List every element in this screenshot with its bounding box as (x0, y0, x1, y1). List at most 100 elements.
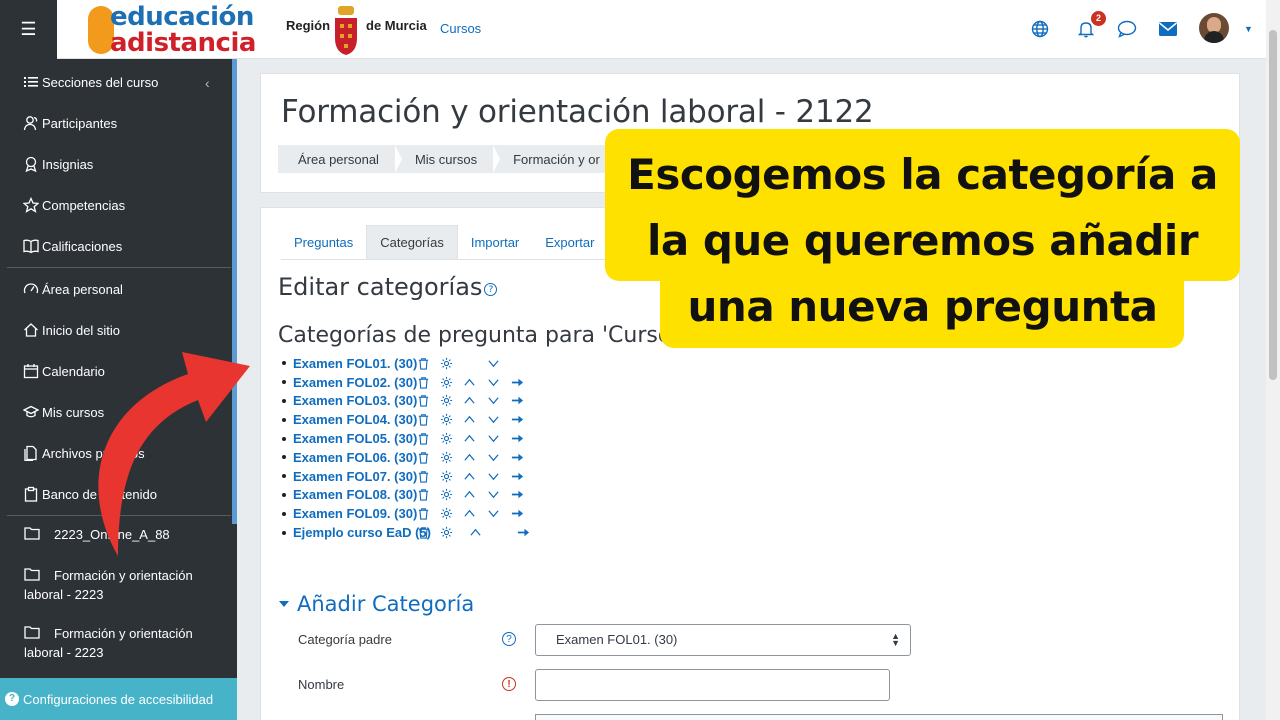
move-up-icon[interactable] (462, 507, 476, 521)
move-up-icon[interactable] (462, 413, 476, 427)
globe-icon[interactable] (1029, 18, 1051, 40)
dashboard-icon (22, 281, 40, 297)
move-right-icon[interactable] (510, 469, 524, 483)
gear-icon[interactable] (439, 507, 453, 521)
category-name-input[interactable] (535, 669, 890, 701)
move-right-icon[interactable] (510, 507, 524, 521)
tab-categorias[interactable]: Categorías (366, 225, 458, 259)
move-up-icon[interactable] (462, 432, 476, 446)
gear-icon[interactable] (439, 356, 453, 370)
category-link[interactable]: Examen FOL06. (30) (293, 450, 417, 465)
move-up-icon[interactable] (468, 526, 482, 540)
trash-icon[interactable] (416, 450, 430, 464)
category-link[interactable]: Examen FOL05. (30) (293, 431, 417, 446)
bullet (282, 398, 286, 403)
category-row: Examen FOL08. (30) (282, 486, 530, 505)
category-link[interactable]: Examen FOL01. (30) (293, 356, 417, 371)
move-right-icon[interactable] (510, 488, 524, 502)
category-link[interactable]: Examen FOL04. (30) (293, 412, 417, 427)
envelope-icon[interactable] (1157, 18, 1179, 40)
sidebar-course-item[interactable]: Formación y orientación laboral - 2223 (24, 566, 224, 604)
sidebar-item-participantes[interactable]: Participantes (22, 115, 117, 131)
trash-icon[interactable] (416, 432, 430, 446)
move-down-icon[interactable] (486, 469, 500, 483)
tab-preguntas[interactable]: Preguntas (281, 225, 366, 259)
move-up-icon[interactable] (462, 394, 476, 408)
bullet (282, 474, 286, 479)
move-down-icon[interactable] (486, 394, 500, 408)
category-link[interactable]: Examen FOL08. (30) (293, 487, 417, 502)
chat-icon[interactable] (1116, 18, 1138, 40)
gear-icon[interactable] (439, 488, 453, 502)
hamburger-icon[interactable]: ☰ (0, 0, 57, 59)
sidebar-item-insignias[interactable]: Insignias (22, 156, 93, 172)
gear-icon[interactable] (439, 450, 453, 464)
move-down-icon[interactable] (486, 432, 500, 446)
move-down-icon[interactable] (486, 488, 500, 502)
breadcrumb-item[interactable]: Formación y or (493, 145, 616, 173)
gear-icon[interactable] (439, 394, 453, 408)
editor-toolbar[interactable] (535, 714, 1223, 720)
sidebar-item-label: Participantes (42, 115, 118, 131)
scrollbar-thumb[interactable] (1269, 30, 1277, 380)
tab-exportar[interactable]: Exportar (532, 225, 607, 259)
move-down-icon[interactable] (486, 413, 500, 427)
parent-category-value: Examen FOL01. (30) (556, 632, 678, 647)
folder-icon (24, 626, 40, 639)
accessibility-settings-button[interactable]: ? Configuraciones de accesibilidad (0, 678, 237, 720)
select-arrows-icon: ▲ ▼ (891, 631, 900, 648)
gear-icon[interactable] (439, 413, 453, 427)
move-up-icon[interactable] (462, 375, 476, 389)
trash-icon[interactable] (416, 356, 430, 370)
trash-icon[interactable] (416, 488, 430, 502)
gear-icon[interactable] (439, 526, 453, 540)
trash-icon[interactable] (416, 469, 430, 483)
gear-icon[interactable] (439, 432, 453, 446)
trash-icon[interactable] (416, 507, 430, 521)
category-link[interactable]: Examen FOL07. (30) (293, 469, 417, 484)
sidebar-course-item[interactable]: Formación y orientación laboral - 2223 (24, 624, 224, 662)
trash-icon[interactable] (416, 394, 430, 408)
trash-icon[interactable] (416, 375, 430, 389)
move-up-icon[interactable] (462, 450, 476, 464)
move-right-icon[interactable] (510, 413, 524, 427)
page-scrollbar[interactable] (1266, 0, 1280, 720)
site-logo[interactable]: educación adistancia (88, 2, 282, 58)
category-link[interactable]: Ejemplo curso EaD (5) (293, 525, 431, 540)
move-down-icon[interactable] (486, 450, 500, 464)
required-icon: ! (502, 677, 516, 691)
gear-icon[interactable] (439, 375, 453, 389)
move-down-icon[interactable] (486, 356, 500, 370)
trash-icon[interactable] (416, 526, 430, 540)
breadcrumb-item[interactable]: Área personal (278, 145, 402, 173)
move-down-icon[interactable] (486, 507, 500, 521)
move-up-icon[interactable] (462, 469, 476, 483)
move-right-icon[interactable] (510, 450, 524, 464)
add-category-heading[interactable]: Añadir Categoría (279, 592, 474, 616)
category-list: Examen FOL01. (30) Examen FOL02. (30) Exam… (282, 354, 530, 542)
move-down-icon[interactable] (486, 375, 500, 389)
breadcrumb-item[interactable]: Mis cursos (395, 145, 501, 173)
gear-icon[interactable] (439, 469, 453, 483)
sidebar-item-secciones[interactable]: Secciones del curso (22, 74, 158, 90)
help-icon[interactable]: ? (502, 632, 516, 646)
move-up-icon[interactable] (462, 488, 476, 502)
cursos-link[interactable]: Cursos (440, 21, 481, 36)
move-right-icon[interactable] (516, 526, 530, 540)
category-link[interactable]: Examen FOL03. (30) (293, 393, 417, 408)
trash-icon[interactable] (416, 413, 430, 427)
category-link[interactable]: Examen FOL02. (30) (293, 375, 417, 390)
help-icon[interactable]: ? (484, 283, 498, 296)
parent-category-select[interactable]: Examen FOL01. (30) ▲ ▼ (535, 624, 911, 656)
move-right-icon[interactable] (510, 432, 524, 446)
chevron-down-icon[interactable]: ▼ (1244, 24, 1253, 34)
user-avatar[interactable] (1199, 13, 1229, 43)
move-right-icon[interactable] (510, 394, 524, 408)
sidebar-item-calificaciones[interactable]: Calificaciones (22, 238, 122, 254)
category-link[interactable]: Examen FOL09. (30) (293, 506, 417, 521)
tab-importar[interactable]: Importar (458, 225, 532, 259)
sidebar-item-competencias[interactable]: Competencias (22, 197, 125, 213)
sidebar-item-area-personal[interactable]: Área personal (22, 281, 123, 297)
move-right-icon[interactable] (510, 375, 524, 389)
chevron-left-icon[interactable]: ‹ (205, 75, 210, 91)
